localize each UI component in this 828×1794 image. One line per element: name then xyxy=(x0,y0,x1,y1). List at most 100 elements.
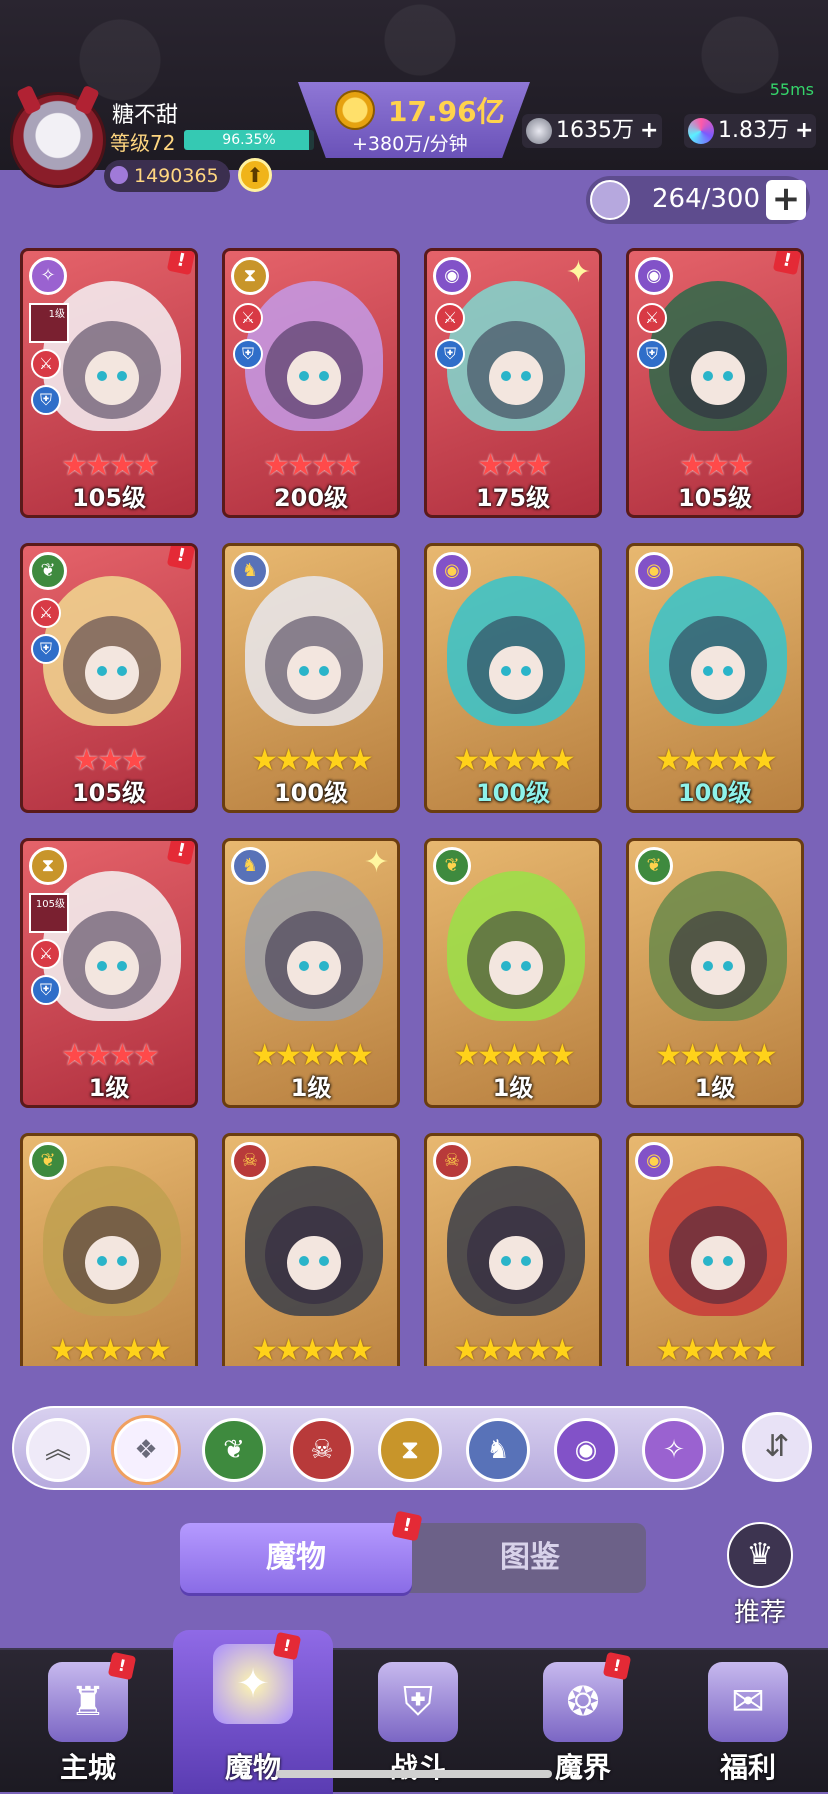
star-rating: ★★★★ xyxy=(263,448,362,483)
faction-icon: ❦ xyxy=(433,847,471,885)
silver-icon xyxy=(526,118,552,144)
monster-card[interactable]: ◉ ★★★★★ 100级 xyxy=(626,543,804,813)
gem-amount: 1.83万 xyxy=(718,118,789,143)
sparkle-icon: ✦ xyxy=(565,255,591,290)
equipped-item-badge: 105级 xyxy=(29,893,69,933)
star-faction-icon[interactable]: ✧ xyxy=(642,1418,706,1482)
monster-level: 100级 xyxy=(475,779,551,807)
demon-faction-icon[interactable]: ☠ xyxy=(290,1418,354,1482)
gold-amount: 17.96亿 xyxy=(388,95,505,128)
monster-face xyxy=(691,941,745,995)
attack-icon: ⚔ xyxy=(31,939,61,969)
star-rating: ★★★★★ xyxy=(251,743,373,778)
monster-level: 100级 xyxy=(677,779,753,807)
monster-card[interactable]: ♞ ✦ ★★★★★ 1级 xyxy=(222,838,400,1108)
all-factions-icon[interactable]: ❖ xyxy=(114,1418,178,1482)
alert-badge: ! xyxy=(166,251,195,276)
sparkle-icon: ✦ xyxy=(363,845,389,880)
monster-card[interactable]: ◉ ★★★★★ xyxy=(626,1133,804,1366)
monster-card[interactable]: ☠ ★★★★★ xyxy=(424,1133,602,1366)
monster-face xyxy=(85,1236,139,1290)
nav-item[interactable]: ✉ 福利 xyxy=(668,1650,828,1794)
monster-card[interactable]: ⧗ ⚔ ⛨ 105级! ★★★★ 1级 xyxy=(20,838,198,1108)
monster-face xyxy=(85,351,139,405)
time-faction-icon[interactable]: ⧗ xyxy=(378,1418,442,1482)
monster-card[interactable]: ◉ ★★★★★ 100级 xyxy=(424,543,602,813)
faction-icon: ♞ xyxy=(231,847,269,885)
nav-item[interactable]: ♜ 主城! xyxy=(8,1650,168,1794)
shield-icon: ⛨ xyxy=(637,339,667,369)
star-rating: ★★★★★ xyxy=(251,1038,373,1073)
monster-face xyxy=(287,1236,341,1290)
monster-card[interactable]: ❦ ★★★★★ 1级 xyxy=(424,838,602,1108)
nav-icon: ✉ xyxy=(708,1662,788,1742)
shield-icon: ⛨ xyxy=(233,339,263,369)
ping-indicator: 55ms xyxy=(769,80,814,99)
recommend-label: 推荐 xyxy=(733,1598,786,1628)
monster-card[interactable]: ◉ ⚔ ⛨ ✦ ★★★ 175级 xyxy=(424,248,602,518)
monster-card[interactable]: ✧ ⚔ ⛨ 1级! ★★★★ 105级 xyxy=(20,248,198,518)
monster-card[interactable]: ❦ ⚔ ⛨! ★★★ 105级 xyxy=(20,543,198,813)
eye-faction-icon[interactable]: ◉ xyxy=(554,1418,618,1482)
gem-resource[interactable]: 1.83万 + xyxy=(684,114,816,148)
capacity-add-button[interactable]: + xyxy=(766,180,806,220)
silver-add-button[interactable]: + xyxy=(640,114,658,148)
monster-card[interactable]: ⧗ ⚔ ⛨ ★★★★ 200级 xyxy=(222,248,400,518)
nav-label: 魔界 xyxy=(554,1751,611,1784)
tab-codex[interactable]: 图鉴 xyxy=(414,1523,646,1593)
faction-icon: ◉ xyxy=(635,257,673,295)
star-rating: ★★★★★ xyxy=(49,1333,171,1366)
monster-card[interactable]: ◉ ⚔ ⛨! ★★★ 105级 xyxy=(626,248,804,518)
collapse-up-icon[interactable]: ︽ xyxy=(26,1418,90,1482)
monster-face xyxy=(691,646,745,700)
up-arrow-icon[interactable]: ⬆ xyxy=(238,158,272,192)
gem-icon xyxy=(688,118,714,144)
monster-level: 1级 xyxy=(88,1074,130,1102)
star-rating: ★★★ xyxy=(679,448,754,483)
xp-bar: 96.35% xyxy=(184,130,314,150)
recommend-icon: ♛ xyxy=(727,1522,793,1588)
dragon-faction-icon[interactable]: ♞ xyxy=(466,1418,530,1482)
star-rating: ★★★★★ xyxy=(655,743,777,778)
gold-coin-icon xyxy=(335,90,375,130)
view-tabs: 魔物 图鉴 ! xyxy=(180,1510,646,1593)
monster-level: 105级 xyxy=(71,484,147,512)
faction-icon: ☠ xyxy=(433,1142,471,1180)
capacity-count: 264/300 xyxy=(652,184,761,214)
star-rating: ★★★ xyxy=(73,743,148,778)
shield-icon: ⛨ xyxy=(435,339,465,369)
monster-grid: ✧ ⚔ ⛨ 1级! ★★★★ 105级 ⧗ ⚔ ⛨ ★★★★ 200级 ◉ ⚔ ⛨ ✦ ★★★ 175级 ◉ ⚔ ⛨!… xyxy=(20,248,810,1366)
recommend-button[interactable]: ♛ 推荐 xyxy=(722,1522,798,1629)
monster-card[interactable]: ☠ ★★★★★ xyxy=(222,1133,400,1366)
attack-icon: ⚔ xyxy=(435,303,465,333)
monster-card[interactable]: ♞ ★★★★★ 100级 xyxy=(222,543,400,813)
nav-label: 主城 xyxy=(59,1751,116,1784)
faction-icon: ♞ xyxy=(231,552,269,590)
faction-icon: ◉ xyxy=(635,1142,673,1180)
sword-icon xyxy=(110,166,128,184)
faction-icon: ◉ xyxy=(433,257,471,295)
monster-card[interactable]: ❦ ★★★★★ 1级 xyxy=(626,838,804,1108)
monster-face xyxy=(489,646,543,700)
silver-resource[interactable]: 1635万 + xyxy=(522,114,662,148)
equipped-item-badge: 1级 xyxy=(29,303,69,343)
nav-alert-badge: ! xyxy=(272,1631,302,1661)
faction-icon: ❦ xyxy=(29,552,67,590)
monster-card[interactable]: ❦ ★★★★★ xyxy=(20,1133,198,1366)
nav-alert-badge: ! xyxy=(107,1651,137,1681)
sort-button[interactable]: ⇵ xyxy=(742,1412,812,1482)
gold-rate: +380万/分钟 xyxy=(352,133,468,155)
nav-label: 战斗 xyxy=(389,1751,446,1784)
shield-icon: ⛨ xyxy=(31,975,61,1005)
faction-icon: ❦ xyxy=(635,847,673,885)
faction-icon: ☠ xyxy=(231,1142,269,1180)
tab-monsters[interactable]: 魔物 xyxy=(180,1523,412,1593)
monster-level: 1级 xyxy=(492,1074,534,1102)
player-avatar[interactable] xyxy=(10,84,106,188)
star-rating: ★★★★★ xyxy=(655,1038,777,1073)
power-value: 1490365 xyxy=(134,165,219,187)
gem-add-button[interactable]: + xyxy=(795,114,813,148)
attack-icon: ⚔ xyxy=(637,303,667,333)
monster-face xyxy=(287,351,341,405)
nature-faction-icon[interactable]: ❦ xyxy=(202,1418,266,1482)
